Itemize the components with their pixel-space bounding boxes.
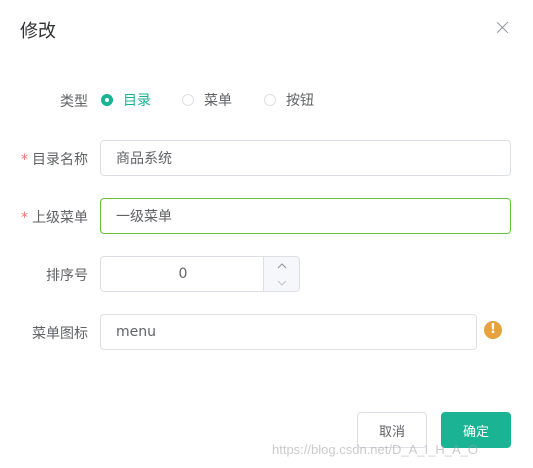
menu-icon-value: menu <box>116 324 156 340</box>
dir-name-label-text: 目录名称 <box>32 152 88 168</box>
required-mark: * <box>21 152 28 168</box>
order-stepper[interactable]: 0 <box>100 256 300 292</box>
decrease-button[interactable] <box>263 274 299 291</box>
parent-menu-label: * 上级菜单 <box>0 207 88 227</box>
close-icon[interactable] <box>493 18 513 38</box>
increase-button[interactable] <box>263 257 299 275</box>
warning-icon[interactable]: ! <box>484 321 502 339</box>
type-label: 类型 <box>60 94 88 110</box>
order-label: 排序号 <box>46 268 88 284</box>
parent-menu-input[interactable]: 一级菜单 <box>100 198 511 234</box>
order-value[interactable]: 0 <box>101 257 265 291</box>
dir-name-value: 商品系统 <box>116 151 172 167</box>
dir-name-label: * 目录名称 <box>0 149 88 169</box>
radio-dot-icon <box>101 94 113 106</box>
radio-menu-label: 菜单 <box>204 93 232 109</box>
edit-dialog: 修改 类型 目录 菜单 按钮 * 目录名称 商品系统 * 上级菜单 一级菜单 排序号… <box>0 0 533 468</box>
dialog-title: 修改 <box>20 21 56 42</box>
parent-menu-value: 一级菜单 <box>116 209 172 225</box>
radio-dot-icon <box>264 94 276 106</box>
required-mark: * <box>21 210 28 226</box>
menu-icon-input[interactable]: menu <box>100 314 477 350</box>
dir-name-input[interactable]: 商品系统 <box>100 140 511 176</box>
chevron-up-icon <box>277 262 286 268</box>
radio-directory-label: 目录 <box>123 93 151 109</box>
watermark: https://blog.csdn.net/D_A_I_H_A_O <box>272 442 478 457</box>
radio-button-label: 按钮 <box>286 93 314 109</box>
radio-directory[interactable]: 目录 <box>101 90 151 110</box>
parent-menu-label-text: 上级菜单 <box>32 210 88 226</box>
menu-icon-label: 菜单图标 <box>32 326 88 342</box>
radio-button[interactable]: 按钮 <box>264 90 314 110</box>
radio-menu[interactable]: 菜单 <box>182 90 232 110</box>
chevron-down-icon <box>277 280 286 286</box>
radio-dot-icon <box>182 94 194 106</box>
